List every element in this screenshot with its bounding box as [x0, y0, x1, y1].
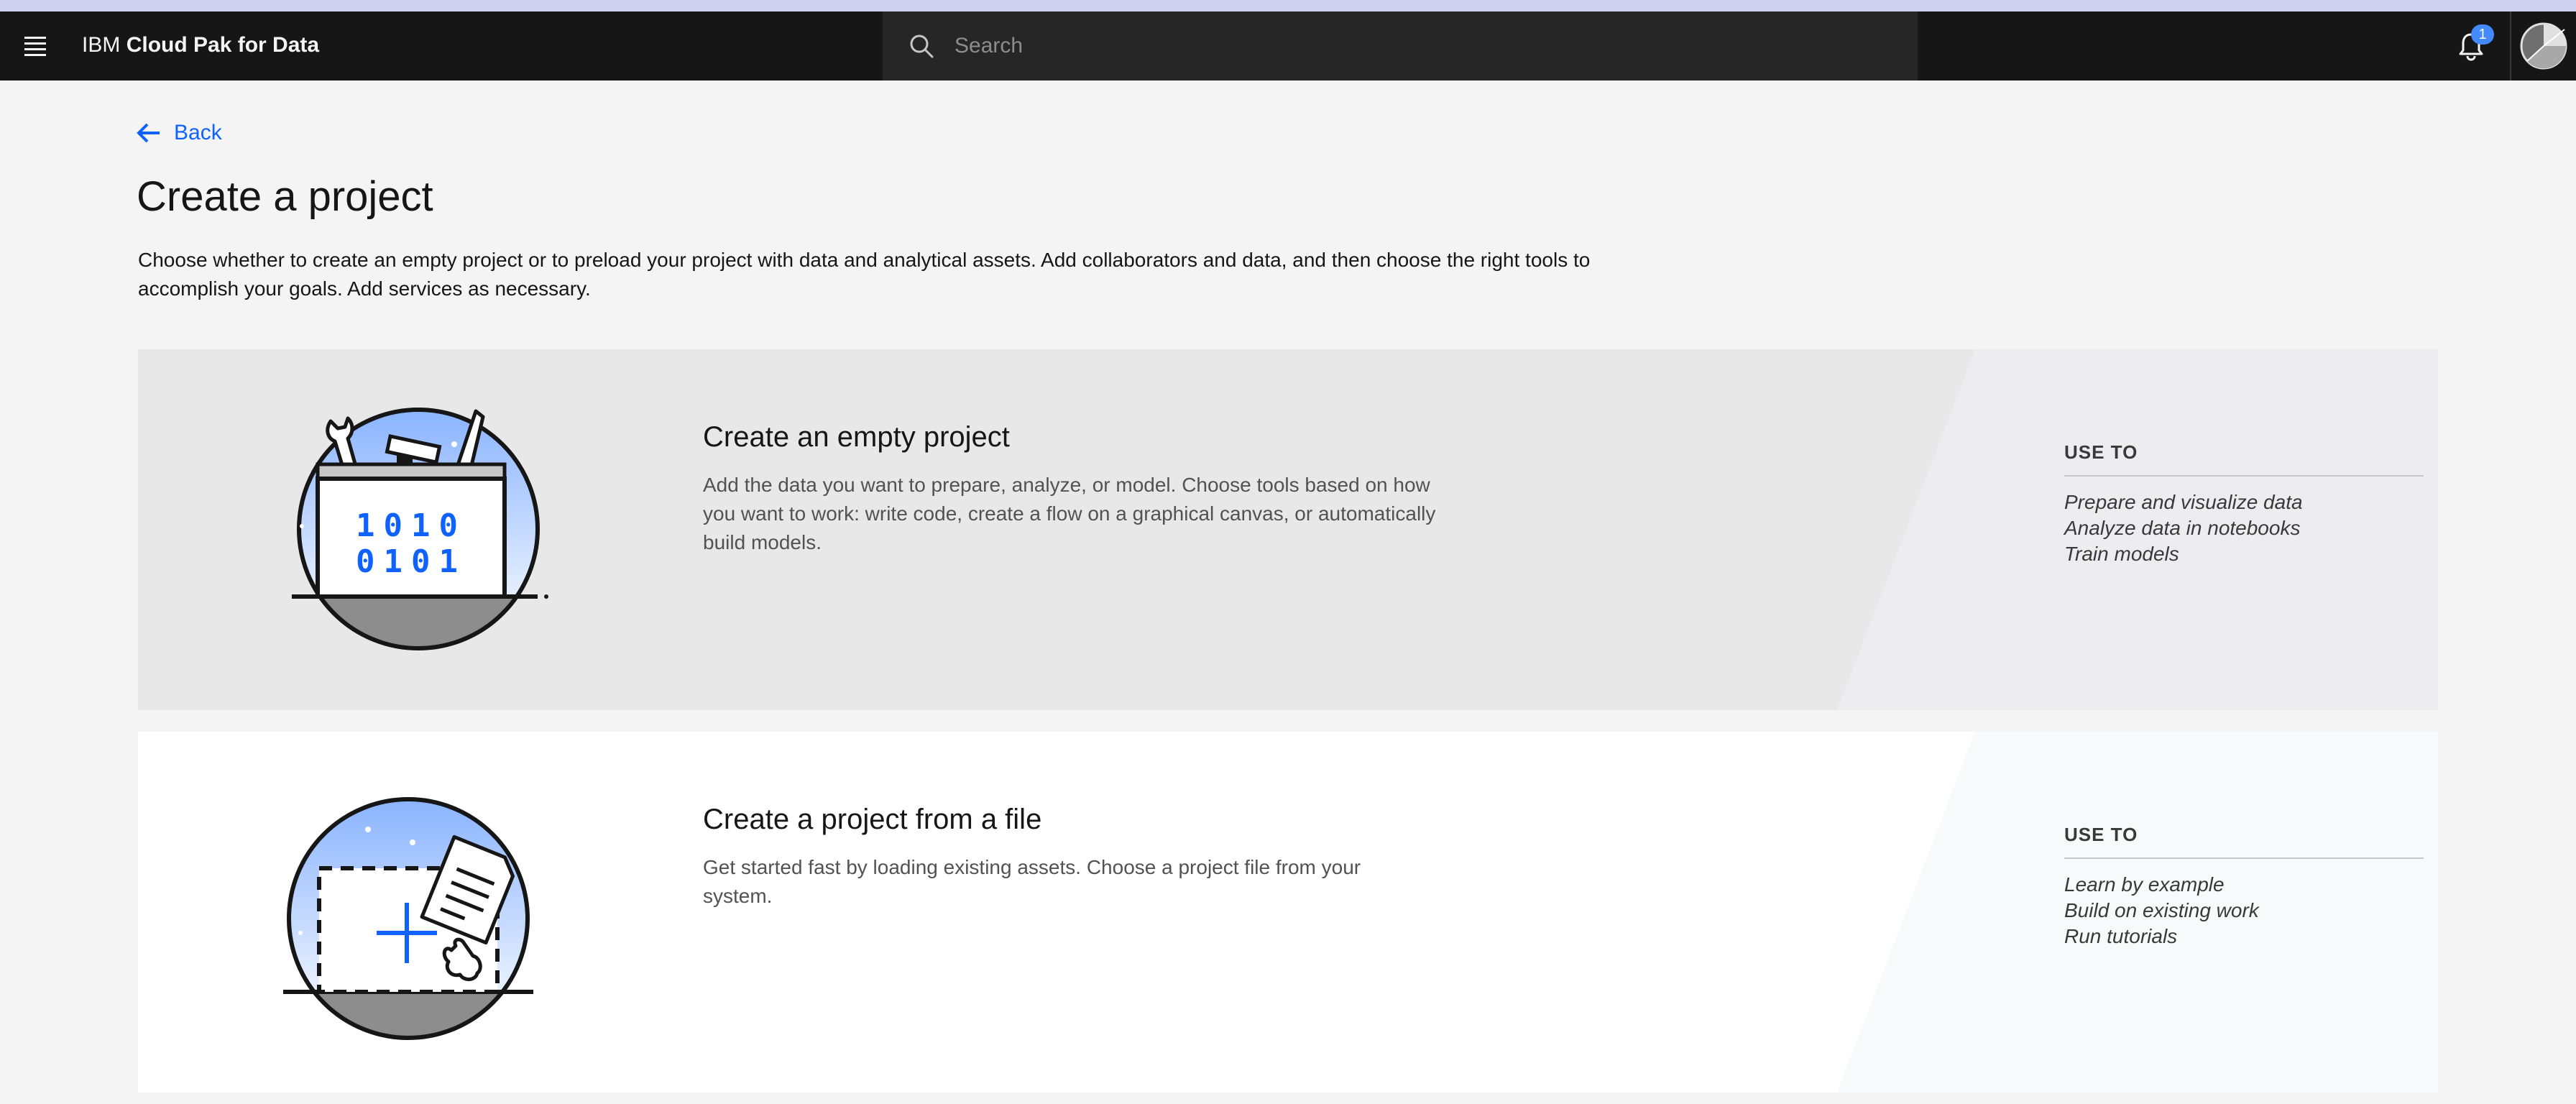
use-to-section: USE TO Learn by example Build on existin… — [2064, 824, 2424, 949]
list-item: Learn by example — [2064, 873, 2225, 896]
card-text: Create a project from a file Get started… — [703, 804, 1465, 911]
use-to-list: Learn by example Build on existing work … — [2064, 872, 2424, 949]
use-to-heading: USE TO — [2064, 441, 2424, 477]
list-item: Build on existing work — [2064, 899, 2259, 921]
brand-prefix: IBM — [82, 33, 121, 57]
file-upload-illustration-icon — [283, 797, 533, 1040]
toolbox-illustration-icon: 1010 0101 — [292, 408, 548, 650]
brand-name: Cloud Pak for Data — [126, 33, 320, 57]
list-item: Analyze data in notebooks — [2064, 517, 2301, 539]
use-to-list: Prepare and visualize data Analyze data … — [2064, 489, 2424, 567]
search-bar[interactable] — [883, 12, 1918, 80]
card-title: Create a project from a file — [703, 804, 1042, 835]
back-label: Back — [174, 121, 222, 144]
page-title: Create a project — [137, 173, 433, 220]
list-item: Prepare and visualize data — [2064, 491, 2303, 513]
card-title: Create an empty project — [703, 421, 1010, 453]
arrow-left-icon — [137, 123, 160, 143]
browser-top-strip — [0, 0, 2576, 12]
hamburger-menu-icon[interactable] — [16, 32, 50, 60]
search-icon — [910, 34, 934, 58]
card-body: Get started fast by loading existing ass… — [703, 856, 1361, 907]
notification-badge: 1 — [2471, 24, 2494, 45]
binary-text-1: 1010 — [356, 507, 466, 544]
card-text: Create an empty project Add the data you… — [703, 421, 1465, 557]
page-description: Choose whether to create an empty projec… — [138, 249, 1591, 300]
use-to-heading: USE TO — [2064, 824, 2424, 859]
product-name[interactable]: IBM Cloud Pak for Data — [82, 33, 319, 58]
top-header: IBM Cloud Pak for Data 1 — [0, 12, 2576, 80]
project-from-file-card[interactable]: Create a project from a file Get started… — [138, 732, 2438, 1092]
binary-text-2: 0101 — [356, 543, 466, 580]
user-avatar-icon — [2520, 22, 2567, 70]
list-item: Train models — [2064, 543, 2179, 565]
card-body: Add the data you want to prepare, analyz… — [703, 474, 1436, 553]
back-link[interactable]: Back — [137, 121, 222, 145]
user-avatar-button[interactable] — [2510, 12, 2576, 80]
list-item: Run tutorials — [2064, 925, 2178, 947]
use-to-section: USE TO Prepare and visualize data Analyz… — [2064, 441, 2424, 567]
empty-project-card[interactable]: 1010 0101 Create an empty project Add th… — [138, 349, 2438, 710]
search-input[interactable] — [954, 26, 1889, 66]
